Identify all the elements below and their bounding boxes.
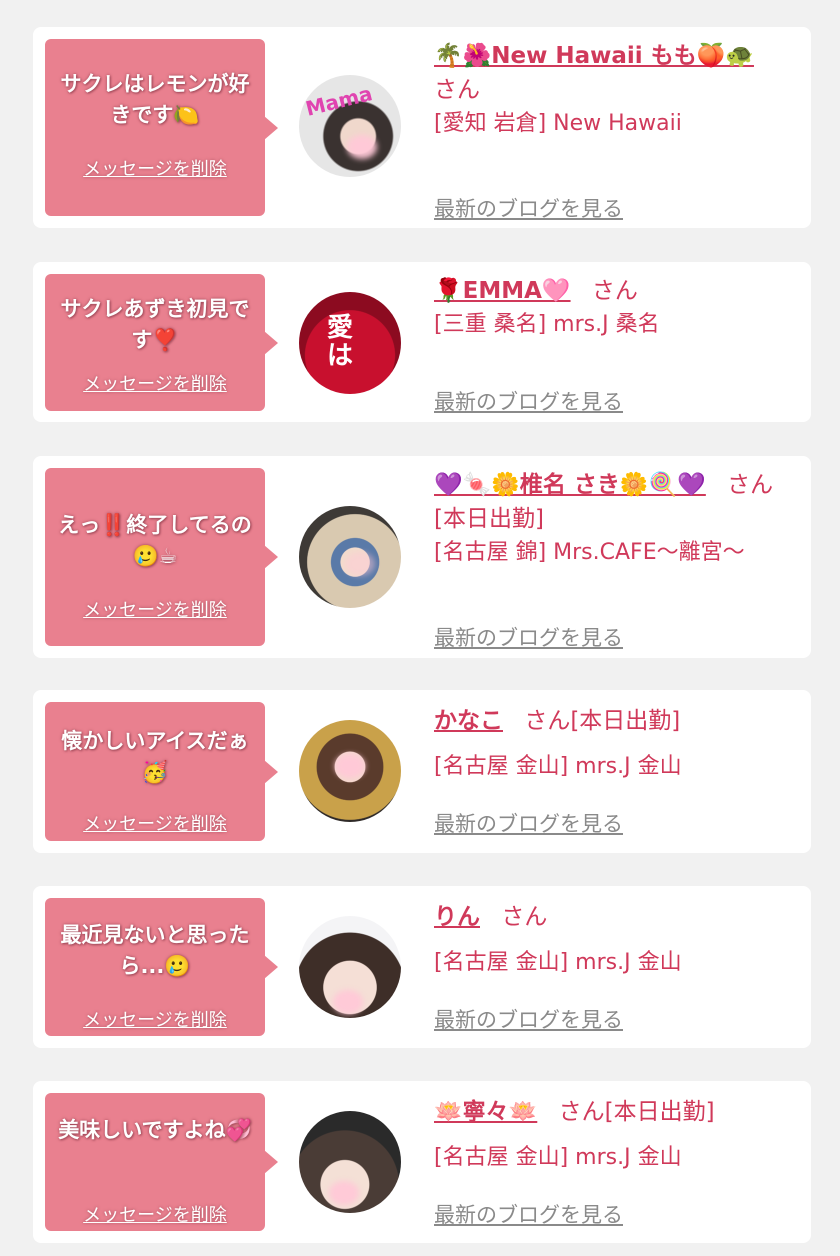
message-card: 懐かしいアイスだぁ🥳 メッセージを削除 かなこ さん[本日出勤] [名古屋 金山…	[33, 690, 811, 853]
blog-link[interactable]: 最新のブログを見る	[434, 622, 623, 652]
attendance-status: [本日出勤]	[570, 708, 681, 734]
attendance-status: [本日出勤]	[604, 1099, 715, 1125]
shop-location: [名古屋 金山] mrs.J 金山	[434, 1145, 682, 1170]
avatar[interactable]	[299, 916, 401, 1018]
delete-message-link[interactable]: メッセージを削除	[45, 1006, 265, 1032]
face-blur	[347, 135, 377, 159]
sender-name-link[interactable]: 🌹EMMA🩷	[434, 278, 571, 304]
shop-location: [三重 桑名] mrs.J 桑名	[434, 312, 660, 337]
comment-text: えっ‼️終了してるの🥲☕	[58, 513, 252, 568]
sender-name-link[interactable]: 💜🍬🌼椎名 さき🌼🍭💜	[434, 472, 706, 498]
comment-bubble: 最近見ないと思ったら...🥲 メッセージを削除	[45, 898, 278, 1036]
comment-bubble: えっ‼️終了してるの🥲☕ メッセージを削除	[45, 468, 278, 646]
honorific: さん	[434, 77, 480, 103]
message-card: えっ‼️終了してるの🥲☕ メッセージを削除 💜🍬🌼椎名 さき🌼🍭💜 さん [本日出…	[33, 456, 811, 658]
comment-bubble: 懐かしいアイスだぁ🥳 メッセージを削除	[45, 702, 278, 841]
comment-text: 最近見ないと思ったら...🥲	[60, 923, 250, 978]
message-card: サクレはレモンが好きです🍋 メッセージを削除 Mama 🌴🌺New Hawaii…	[33, 27, 811, 228]
name-line: 🪷寧々🪷 さん[本日出勤]	[434, 1095, 800, 1129]
blog-link[interactable]: 最新のブログを見る	[434, 808, 623, 838]
honorific: さん	[524, 708, 571, 734]
name-line: りん さん	[434, 900, 800, 934]
avatar[interactable]	[299, 720, 401, 822]
message-card: 最近見ないと思ったら...🥲 メッセージを削除 りん さん [名古屋 金山] m…	[33, 886, 811, 1048]
avatar[interactable]: 愛は	[299, 292, 401, 394]
message-card: サクレあずき初見です❣️ メッセージを削除 愛は 🌹EMMA🩷 さん [三重 桑…	[33, 262, 811, 422]
sender-name-link[interactable]: 🪷寧々🪷	[434, 1099, 537, 1125]
sender-name-link[interactable]: かなこ	[434, 708, 503, 734]
delete-message-link[interactable]: メッセージを削除	[45, 370, 265, 396]
face-blur	[335, 754, 365, 778]
honorific: さん	[591, 278, 638, 304]
blog-link[interactable]: 最新のブログを見る	[434, 386, 623, 416]
comment-text: 懐かしいアイスだぁ🥳	[61, 729, 249, 784]
shirt-print-text: 愛は	[327, 313, 354, 371]
honorific: さん	[501, 904, 548, 930]
name-line: 🌴🌺New Hawaii もも🍑🐢 さん	[434, 39, 800, 107]
comment-text: 美味しいですよね💞	[58, 1118, 252, 1142]
sender-name-link[interactable]: りん	[434, 904, 480, 930]
sender-info: かなこ さん[本日出勤] [名古屋 金山] mrs.J 金山 最新のブログを見る	[434, 704, 800, 836]
honorific: さん	[727, 472, 774, 498]
avatar[interactable]	[299, 1111, 401, 1213]
sender-info: 🌴🌺New Hawaii もも🍑🐢 さん [愛知 岩倉] New Hawaii …	[434, 39, 800, 221]
delete-message-link[interactable]: メッセージを削除	[45, 596, 265, 622]
avatar[interactable]: Mama	[299, 75, 401, 177]
avatar[interactable]	[299, 506, 401, 608]
comment-bubble: 美味しいですよね💞 メッセージを削除	[45, 1093, 278, 1231]
delete-message-link[interactable]: メッセージを削除	[45, 810, 265, 836]
face-blur	[333, 990, 363, 1014]
shop-location: [名古屋 金山] mrs.J 金山	[434, 754, 682, 779]
delete-message-link[interactable]: メッセージを削除	[45, 1201, 265, 1227]
sender-info: 🪷寧々🪷 さん[本日出勤] [名古屋 金山] mrs.J 金山 最新のブログを見…	[434, 1095, 800, 1227]
message-card: 美味しいですよね💞 メッセージを削除 🪷寧々🪷 さん[本日出勤] [名古屋 金山…	[33, 1081, 811, 1243]
honorific: さん	[558, 1099, 605, 1125]
shop-location: [名古屋 金山] mrs.J 金山	[434, 950, 682, 975]
shop-location: [愛知 岩倉] New Hawaii	[434, 111, 682, 136]
attendance-status: [本日出勤]	[434, 506, 544, 532]
blog-link[interactable]: 最新のブログを見る	[434, 1004, 623, 1034]
blog-link[interactable]: 最新のブログを見る	[434, 193, 623, 223]
comment-bubble: サクレはレモンが好きです🍋 メッセージを削除	[45, 39, 278, 216]
name-line: かなこ さん[本日出勤]	[434, 704, 800, 738]
sender-info: 💜🍬🌼椎名 さき🌼🍭💜 さん [本日出勤] [名古屋 錦] Mrs.CAFE〜離宮…	[434, 468, 800, 650]
name-line: 💜🍬🌼椎名 さき🌼🍭💜 さん [本日出勤]	[434, 468, 800, 536]
sender-info: 🌹EMMA🩷 さん [三重 桑名] mrs.J 桑名 最新のブログを見る	[434, 274, 800, 414]
message-list: サクレはレモンが好きです🍋 メッセージを削除 Mama 🌴🌺New Hawaii…	[0, 0, 840, 1256]
face-blur	[345, 552, 375, 576]
face-blur	[329, 1181, 359, 1205]
name-line: 🌹EMMA🩷 さん	[434, 274, 800, 308]
sender-info: りん さん [名古屋 金山] mrs.J 金山 最新のブログを見る	[434, 900, 800, 1032]
comment-text: サクレあずき初見です❣️	[60, 297, 250, 352]
photo-overlay-text: Mama	[303, 81, 375, 121]
comment-text: サクレはレモンが好きです🍋	[60, 72, 250, 127]
sender-name-link[interactable]: 🌴🌺New Hawaii もも🍑🐢	[434, 43, 754, 69]
blog-link[interactable]: 最新のブログを見る	[434, 1199, 623, 1229]
comment-bubble: サクレあずき初見です❣️ メッセージを削除	[45, 274, 278, 411]
shop-location: [名古屋 錦] Mrs.CAFE〜離宮〜	[434, 540, 745, 565]
delete-message-link[interactable]: メッセージを削除	[45, 155, 265, 181]
